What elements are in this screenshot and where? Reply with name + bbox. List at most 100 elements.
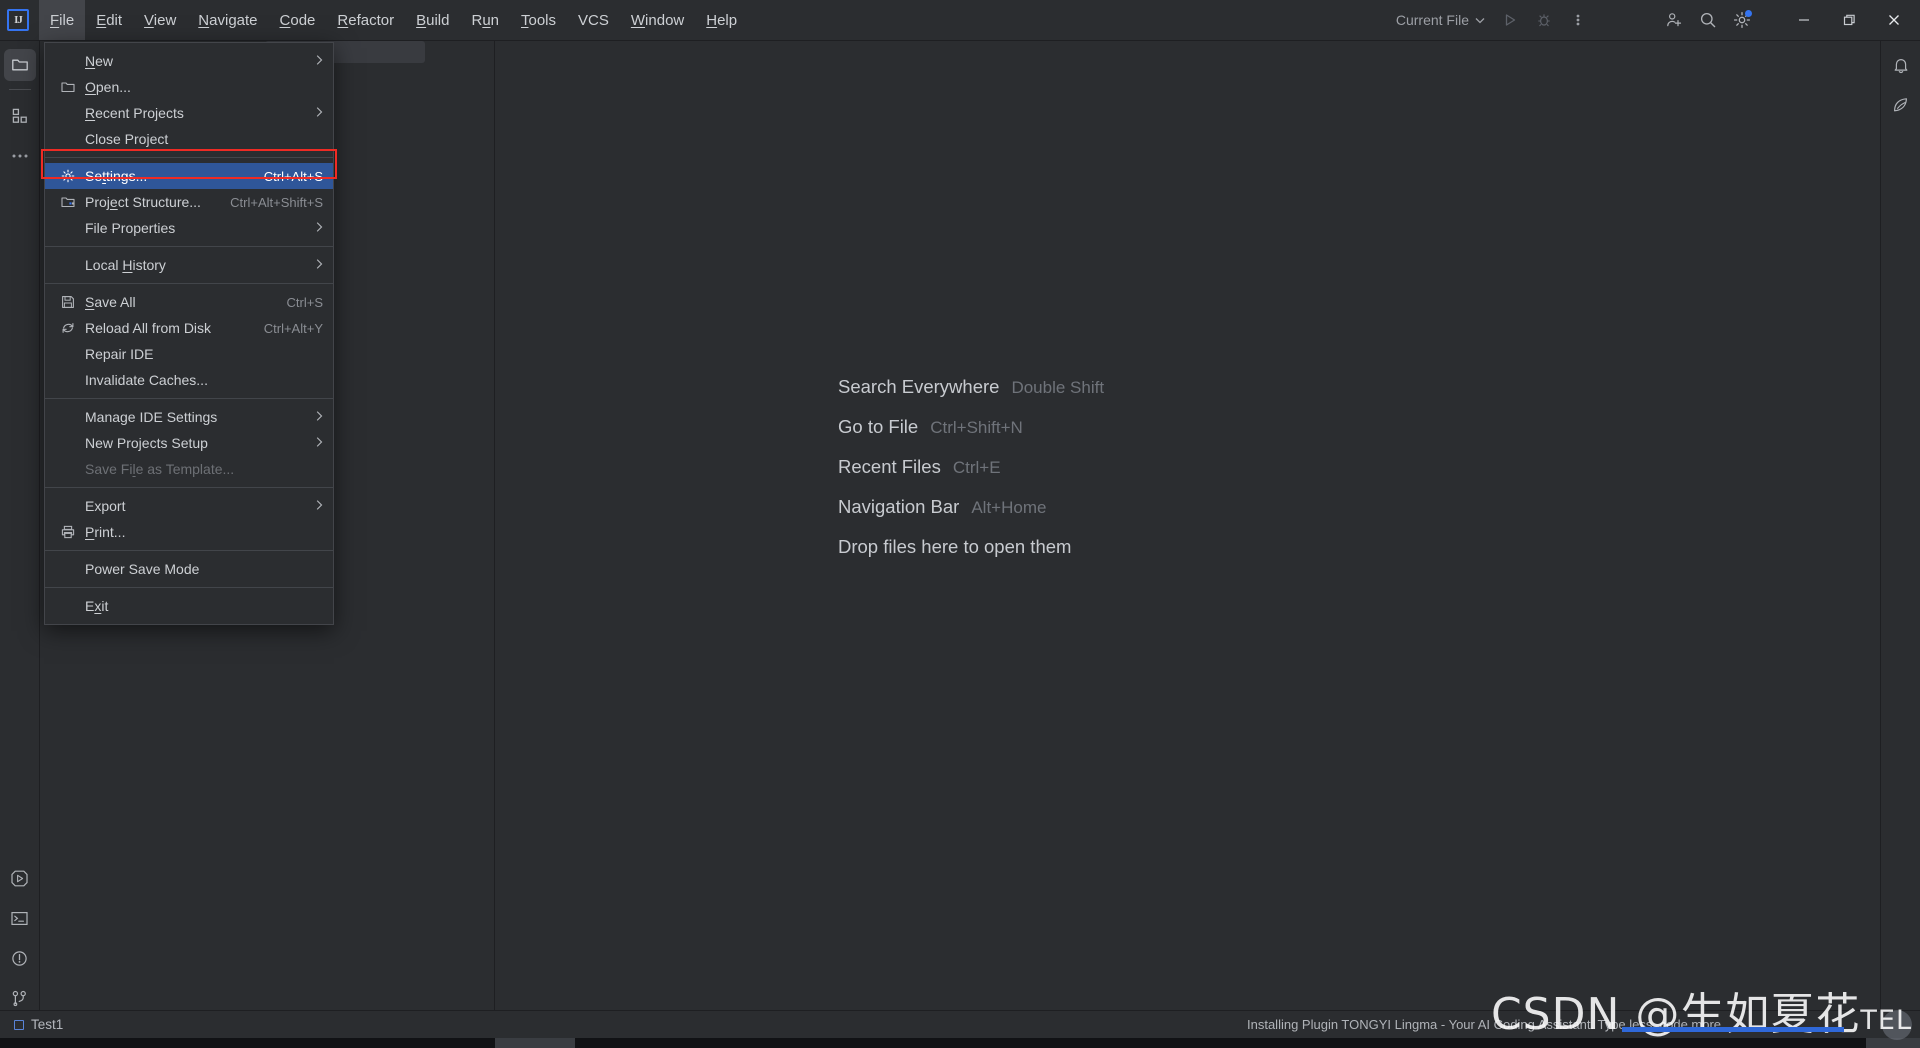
- menu-separator: [45, 246, 333, 247]
- menu-window[interactable]: Window: [620, 0, 695, 40]
- menu-navigate[interactable]: Navigate: [187, 0, 268, 40]
- menu-item-label: Recent Projects: [85, 105, 184, 121]
- file-menu-popup[interactable]: New Open... Recent Projects Close Project Se…: [44, 42, 334, 625]
- menu-refactor[interactable]: Refactor: [326, 0, 405, 40]
- menu-label: Navigate: [198, 11, 258, 29]
- welcome-hint-label: Navigation Bar: [838, 496, 960, 517]
- print-icon: [61, 525, 79, 539]
- sidebar-item-more-tool-windows[interactable]: [4, 140, 36, 172]
- menu-item-label: Manage IDE Settings: [85, 409, 218, 425]
- editor-welcome-hints: Search Everywhere Double Shift Go to File C…: [838, 376, 1104, 558]
- menu-view[interactable]: View: [133, 0, 187, 40]
- menu-run[interactable]: Run: [460, 0, 510, 40]
- menu-vcs[interactable]: VCS: [567, 0, 620, 40]
- chevron-down-icon: [1475, 17, 1485, 23]
- menu-item-label: Local History: [85, 257, 166, 273]
- menu-item-exit[interactable]: Exit: [45, 593, 333, 619]
- run-button[interactable]: [1493, 0, 1527, 40]
- menu-item-settings[interactable]: Settings... Ctrl+Alt+S: [45, 163, 333, 189]
- menu-label: Refactor: [337, 11, 395, 29]
- debug-button[interactable]: [1527, 0, 1561, 40]
- menu-item-label: Close Project: [85, 131, 169, 147]
- menu-item-label: Export: [85, 498, 126, 514]
- menu-item-label: Print...: [85, 524, 126, 540]
- maximize-button[interactable]: [1826, 0, 1871, 40]
- menu-item-new-projects-setup[interactable]: New Projects Setup: [45, 430, 333, 456]
- menu-item-close-project[interactable]: Close Project: [45, 126, 333, 152]
- menu-item-new[interactable]: New: [45, 48, 333, 74]
- more-actions-button[interactable]: [1561, 0, 1595, 40]
- menu-bar: File Edit View Navigate Code Refactor Build Run…: [39, 0, 748, 40]
- sidebar-item-project[interactable]: [3, 49, 36, 81]
- menu-label: Tools: [521, 11, 557, 29]
- menu-item-label: Save All: [85, 294, 136, 310]
- menu-item-export[interactable]: Export: [45, 493, 333, 519]
- menu-item-label: New Projects Setup: [85, 435, 208, 451]
- minimize-button[interactable]: [1781, 0, 1826, 40]
- menu-item-recent-projects[interactable]: Recent Projects: [45, 100, 333, 126]
- menu-edit[interactable]: Edit: [85, 0, 133, 40]
- menu-item-local-history[interactable]: Local History: [45, 252, 333, 278]
- menu-label: View: [144, 11, 177, 29]
- sidebar-item-run[interactable]: [4, 862, 36, 894]
- menu-label: VCS: [578, 11, 609, 29]
- sidebar-item-structure[interactable]: [4, 100, 36, 132]
- menu-label: Build: [416, 11, 450, 29]
- gear-icon: [61, 169, 79, 183]
- menu-file[interactable]: File: [39, 0, 86, 40]
- menu-help[interactable]: Help: [695, 0, 748, 40]
- menu-item-save-all[interactable]: Save All Ctrl+S: [45, 289, 333, 315]
- status-bar-project[interactable]: Test1: [14, 1017, 63, 1032]
- menu-item-print[interactable]: Print...: [45, 519, 333, 545]
- project-structure-icon: [61, 195, 79, 209]
- menu-separator: [45, 550, 333, 551]
- menu-item-shortcut: Ctrl+S: [286, 294, 323, 310]
- menu-item-label: Open...: [85, 79, 131, 95]
- welcome-hint-row: Search Everywhere Double Shift: [838, 376, 1104, 398]
- settings-gear-icon[interactable]: [1725, 0, 1759, 40]
- welcome-hint-shortcut: Alt+Home: [971, 498, 1047, 517]
- welcome-hint-label: Go to File: [838, 416, 919, 437]
- menu-item-reload-all-from-disk[interactable]: Reload All from Disk Ctrl+Alt+Y: [45, 315, 333, 341]
- chevron-right-icon: [296, 219, 323, 237]
- rail-divider: [8, 89, 31, 90]
- welcome-hint-shortcut: Ctrl+Shift+N: [930, 418, 1023, 437]
- menu-item-power-save-mode[interactable]: Power Save Mode: [45, 556, 333, 582]
- menu-item-project-structure[interactable]: Project Structure... Ctrl+Alt+Shift+S: [45, 189, 333, 215]
- menu-item-repair-ide[interactable]: Repair IDE: [45, 341, 333, 367]
- search-icon[interactable]: [1691, 0, 1725, 40]
- notifications-bell-icon[interactable]: [1885, 49, 1917, 81]
- menu-tools[interactable]: Tools: [510, 0, 567, 40]
- close-button[interactable]: [1871, 0, 1916, 40]
- sidebar-item-terminal[interactable]: [4, 902, 36, 934]
- welcome-hint-row: Navigation Bar Alt+Home: [838, 496, 1104, 518]
- intellij-logo-icon: IJ: [7, 9, 29, 31]
- menu-item-save-file-as-template: Save File as Template...: [45, 456, 333, 482]
- chevron-right-icon: [296, 497, 323, 515]
- menu-item-file-properties[interactable]: File Properties: [45, 215, 333, 241]
- welcome-hint-shortcut: Double Shift: [1011, 378, 1105, 397]
- menu-separator: [45, 157, 333, 158]
- run-configuration-selector[interactable]: Current File: [1388, 12, 1493, 28]
- menu-item-open[interactable]: Open...: [45, 74, 333, 100]
- menu-item-manage-ide-settings[interactable]: Manage IDE Settings: [45, 404, 333, 430]
- code-with-me-icon[interactable]: [1657, 0, 1691, 40]
- menu-code[interactable]: Code: [269, 0, 327, 40]
- run-configuration-label: Current File: [1395, 12, 1469, 28]
- sidebar-item-problems[interactable]: [4, 942, 36, 974]
- menu-build[interactable]: Build: [405, 0, 460, 40]
- title-bar: IJ File Edit View Navigate Code Refactor Build…: [0, 0, 1920, 41]
- menu-label: Code: [279, 11, 316, 29]
- menu-item-shortcut: Ctrl+Alt+S: [263, 168, 323, 184]
- welcome-hint-row: Drop files here to open them: [838, 536, 1104, 558]
- project-square-icon: [14, 1019, 24, 1030]
- menu-item-label: Power Save Mode: [85, 561, 200, 577]
- menu-item-invalidate-caches[interactable]: Invalidate Caches...: [45, 367, 333, 393]
- folder-icon: [61, 80, 79, 94]
- chevron-right-icon: [296, 434, 323, 452]
- menu-label: Edit: [96, 11, 123, 29]
- left-rail-bottom-group: [4, 854, 36, 1020]
- welcome-hint-label: Recent Files: [838, 456, 941, 477]
- ai-assistant-icon[interactable]: [1885, 89, 1917, 121]
- menu-separator: [45, 587, 333, 588]
